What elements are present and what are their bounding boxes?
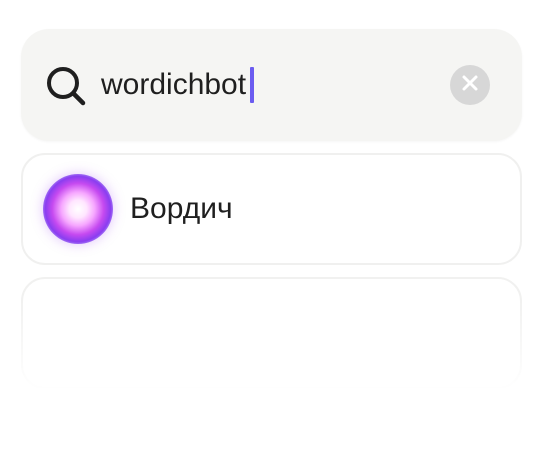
result-name: Вордич [130,192,233,225]
search-bar[interactable]: wordichbot [21,29,522,141]
search-query-text: wordichbot [101,68,247,101]
clear-search-button[interactable] [450,65,490,105]
search-result-item[interactable]: Вордич [21,153,522,265]
search-screen: wordichbot Вордич [0,0,546,465]
search-result-placeholder [21,277,522,389]
text-caret [250,67,255,103]
search-input[interactable]: wordichbot [101,61,431,109]
close-icon [461,74,479,97]
avatar [43,174,113,244]
search-icon [45,65,87,107]
